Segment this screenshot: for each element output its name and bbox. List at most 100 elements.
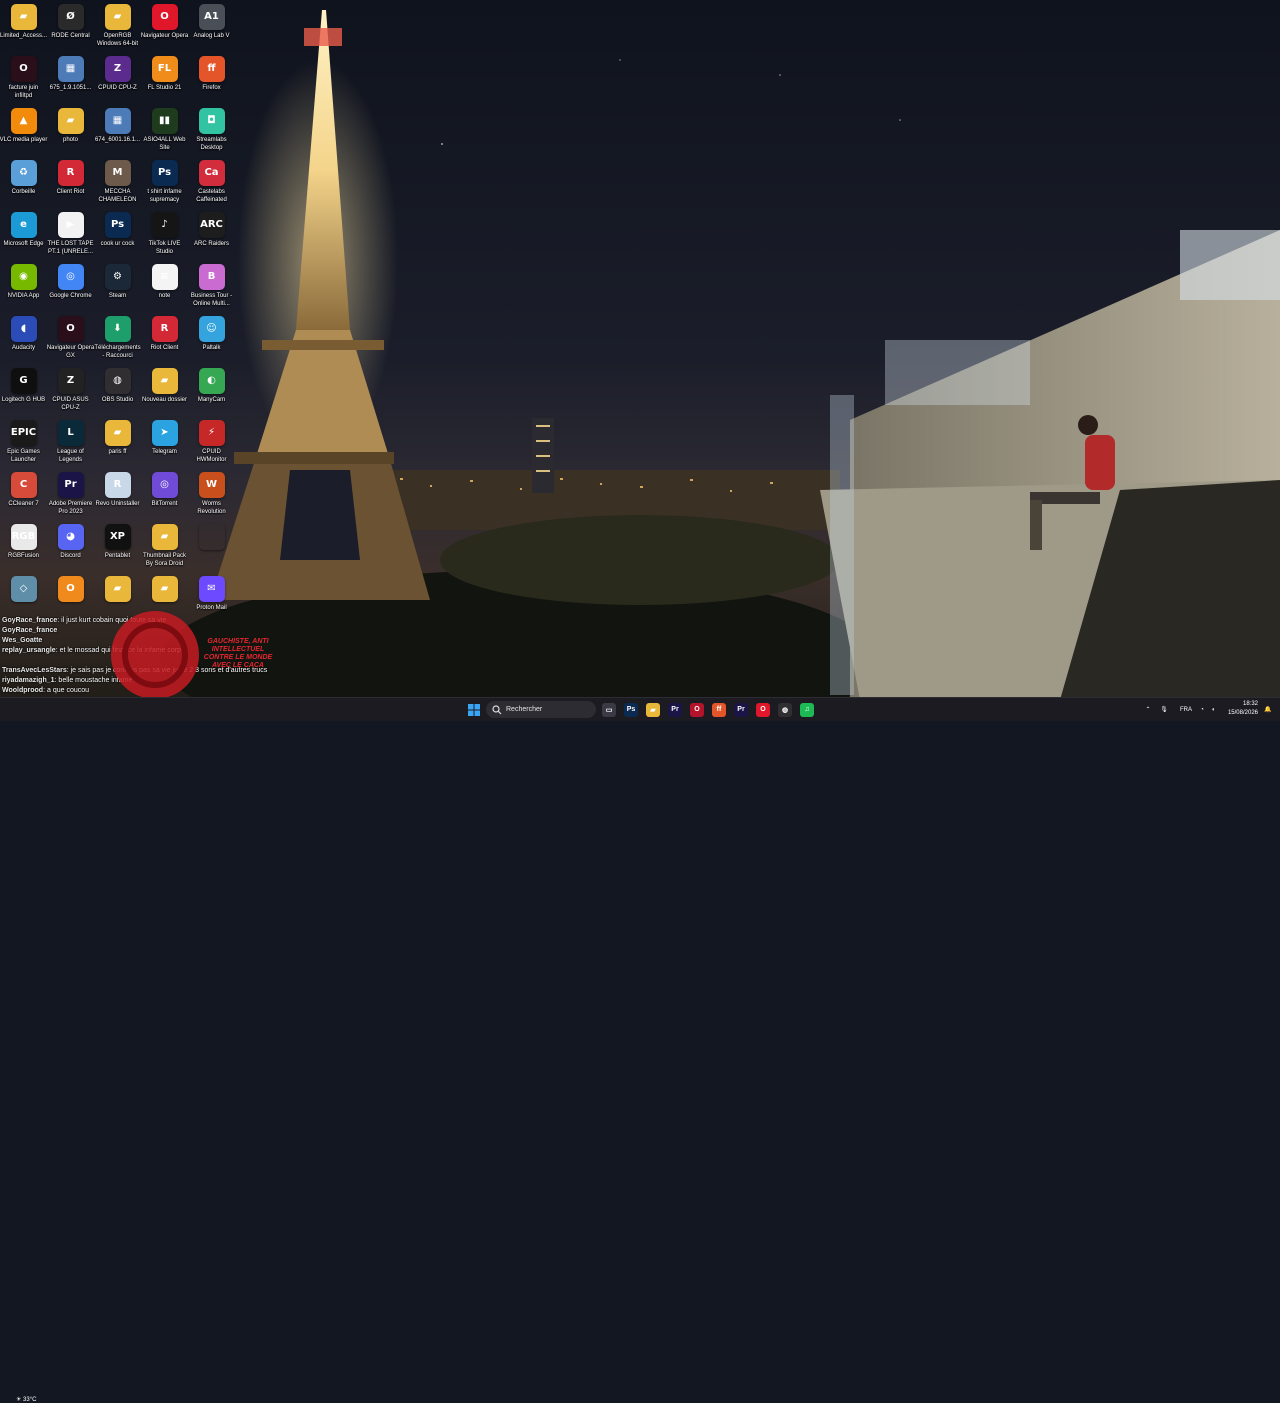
desktop-icon[interactable]: R Client Riot	[47, 160, 94, 212]
desktop-icon[interactable]: ◎ BitTorrent	[141, 472, 188, 524]
desktop-icon-label: NVIDIA App	[7, 293, 40, 299]
desktop-icon[interactable]: ▰ paris ff	[94, 420, 141, 472]
desktop-icon[interactable]: ◕ Discord	[47, 524, 94, 576]
desktop-icon[interactable]: ☺ Paltalk	[188, 316, 235, 368]
desktop-icon-label: note	[158, 293, 171, 299]
wifi-icon[interactable]: ◔	[1197, 701, 1207, 718]
taskbar-app-firefox[interactable]: ff	[711, 701, 727, 718]
desktop-icon[interactable]: W Worms Revolution	[188, 472, 235, 524]
desktop-icon[interactable]: ARC ARC Raiders	[188, 212, 235, 264]
desktop-icon-label: VLC media player	[0, 137, 48, 143]
taskbar-app-premiere[interactable]: Pr	[667, 701, 683, 718]
start-button[interactable]	[466, 701, 482, 718]
desktop-icon[interactable]: ≡ note	[141, 264, 188, 316]
chat-username: TransAvecLesStars	[2, 667, 67, 674]
taskbar-app-file-explorer[interactable]: ▰	[645, 701, 661, 718]
taskbar-app-opera-gx[interactable]: O	[689, 701, 705, 718]
taskbar-app-obs[interactable]: ◍	[777, 701, 793, 718]
desktop-icon[interactable]: XP Pentablet	[94, 524, 141, 576]
desktop-icon[interactable]: A1 Analog Lab V	[188, 4, 235, 56]
desktop-icon[interactable]: e Microsoft Edge	[0, 212, 47, 264]
desktop-icon[interactable]: RGB RGBFusion	[0, 524, 47, 576]
weather-widget[interactable]: ☀ 33°C	[16, 1396, 36, 1403]
desktop-icon[interactable]: ▰ photo	[47, 108, 94, 160]
desktop-icon[interactable]: ⬇ Téléchargements - Raccourci	[94, 316, 141, 368]
desktop-icon[interactable]: ▲ VLC media player	[0, 108, 47, 160]
desktop-icon[interactable]: Pr Adobe Premiere Pro 2023	[47, 472, 94, 524]
tray-overflow-chevron[interactable]: ⌃	[1143, 701, 1153, 718]
overlay-caption-line: AVEC LE CACA	[212, 662, 264, 669]
desktop-icon[interactable]: ◐ ManyCam	[188, 368, 235, 420]
firefox-icon: ff	[712, 702, 726, 717]
desktop-icon[interactable]: Z CPUID ASUS CPU-Z	[47, 368, 94, 420]
desktop-icon[interactable]: Z CPUID CPU-Z	[94, 56, 141, 108]
desktop-icon-label: Firefox	[202, 85, 221, 91]
clock-date: 15/08/2026	[1227, 710, 1258, 716]
search-placeholder: Rechercher	[506, 706, 543, 713]
desktop-icon[interactable]: ♪ TikTok LIVE Studio	[141, 212, 188, 264]
desktop-icon-label: 674_6001.16.1...	[94, 137, 141, 143]
desktop-icon[interactable]: O Navigateur Opera	[141, 4, 188, 56]
taskbar-search[interactable]: Rechercher	[486, 701, 596, 718]
desktop-icon[interactable]: ◘ Streamlabs Desktop	[188, 108, 235, 160]
desktop-icon[interactable]: Ofacture juin infiltpd	[0, 56, 47, 108]
desktop-icon[interactable]: G Logitech G HUB	[0, 368, 47, 420]
desktop-icon[interactable]: ▰ OpenRGB Windows 64-bit	[94, 4, 141, 56]
desktop-icon[interactable]: L League of Legends	[47, 420, 94, 472]
language-indicator[interactable]: FRA	[1176, 701, 1196, 718]
desktop-icon[interactable]: ▶ THE LOST TAPE PT.1 (UNRELE...	[47, 212, 94, 264]
desktop-icon[interactable]: ▦ 674_6001.16.1...	[94, 108, 141, 160]
desktop-icon[interactable]: EPIC Epic Games Launcher	[0, 420, 47, 472]
desktop-icon[interactable]: B Business Tour - Online Multi...	[188, 264, 235, 316]
desktop-icon-label: ARC Raiders	[193, 241, 229, 247]
cpuz-icon: Z	[57, 368, 84, 394]
taskbar-app-premiere-2[interactable]: Pr	[733, 701, 749, 718]
desktop-icon[interactable]: Ø RODE Central	[47, 4, 94, 56]
taskbar: ☀ 33°C Rechercher ▭ Ps ▰ Pr Off Pr O ◍ ♫ ⌃ 🎙 FRA…	[0, 697, 1280, 1403]
fl-studio-icon: FL	[151, 56, 178, 82]
game-icon: M	[104, 160, 131, 186]
desktop-icon[interactable]: ▰ Limited_Access...	[0, 4, 47, 56]
desktop-icon[interactable]: Ps cook ur cock	[94, 212, 141, 264]
file-explorer-icon: ▰	[646, 702, 660, 717]
desktop-icon[interactable]: ◍ OBS Studio	[94, 368, 141, 420]
desktop-icon[interactable]: ff Firefox	[188, 56, 235, 108]
desktop-icon[interactable]: R Riot Client	[141, 316, 188, 368]
folder-icon: ▰	[104, 576, 131, 602]
taskbar-app-opera[interactable]: O	[755, 701, 771, 718]
taskbar-app-photoshop[interactable]: Ps	[623, 701, 639, 718]
proton-mail-icon: ✉	[198, 576, 225, 602]
premiere-2-icon: Pr	[734, 702, 748, 717]
desktop-icon[interactable]: ◉ NVIDIA App	[0, 264, 47, 316]
desktop-icon[interactable]: O Navigateur Opera GX	[47, 316, 94, 368]
desktop-icon[interactable]: ▰ Thumbnail Pack By Sora Droid	[141, 524, 188, 576]
desktop-icon[interactable]: ⚡ CPUID HWMonitor	[188, 420, 235, 472]
desktop-icon[interactable]: M MECCHA CHAMELEON	[94, 160, 141, 212]
volume-icon[interactable]: ◖	[1208, 701, 1218, 718]
league-icon: L	[57, 420, 84, 446]
worms-icon: W	[198, 472, 225, 498]
desktop-icon[interactable]: C CCleaner 7	[0, 472, 47, 524]
desktop-icon[interactable]: ▦ 675_1.9.1051...	[47, 56, 94, 108]
desktop-icon[interactable]	[188, 524, 235, 576]
desktop-icon[interactable]: FL FL Studio 21	[141, 56, 188, 108]
desktop-icon[interactable]: ▮▮ ASIO4ALL Web Site	[141, 108, 188, 160]
desktop-icon-label: CPUID ASUS CPU-Z	[52, 397, 89, 411]
desktop-icon[interactable]: ➤ Telegram	[141, 420, 188, 472]
desktop-icon[interactable]: R Revo Uninstaller	[94, 472, 141, 524]
desktop-icon-label: Client Riot	[56, 189, 85, 195]
taskbar-app-task-view[interactable]: ▭	[601, 701, 617, 718]
desktop-icon[interactable]: ▰ Nouveau dossier	[141, 368, 188, 420]
desktop-icon[interactable]: Ca Castelabs Caffeinated	[188, 160, 235, 212]
desktop-icon[interactable]: ◎ Google Chrome	[47, 264, 94, 316]
taskbar-app-spotify[interactable]: ♫	[799, 701, 815, 718]
desktop-icon[interactable]: ♻ Corbeille	[0, 160, 47, 212]
notification-bell-icon[interactable]: 🔔	[1262, 701, 1274, 718]
desktop-icon-label: Nouveau dossier	[141, 397, 188, 403]
desktop-icon[interactable]: Ps t shirt infame supremacy	[141, 160, 188, 212]
taskbar-clock[interactable]: 18:32 15/08/2026	[1222, 700, 1258, 718]
microphone-icon[interactable]: 🎙	[1158, 701, 1170, 718]
desktop-icon[interactable]: ⚙ Steam	[94, 264, 141, 316]
desktop-icon[interactable]: ◖ Audacity	[0, 316, 47, 368]
chevron-up-icon: ⌃	[1145, 707, 1151, 713]
